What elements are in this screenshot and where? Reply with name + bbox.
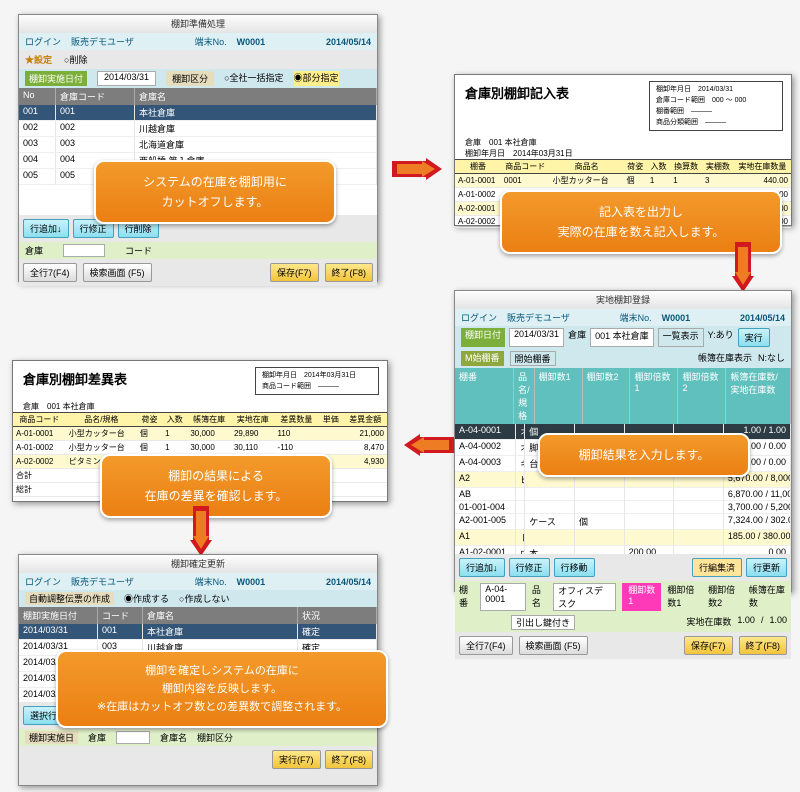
exec-button[interactable]: 実行 <box>738 328 770 347</box>
cutoff-callout: システムの在庫を棚卸用に カットオフします。 <box>94 160 336 224</box>
c-wh-input[interactable] <box>116 731 150 744</box>
term-label: 端末No. <box>195 35 227 48</box>
arrow-left <box>404 434 454 456</box>
c-close-button[interactable]: 終了(F8) <box>325 750 374 769</box>
detail-subbar: 倉庫 コード <box>19 242 377 259</box>
allrows-button[interactable]: 全行7(F4) <box>23 263 77 282</box>
start-shelf-button[interactable]: 開始棚番 <box>510 351 556 366</box>
wh-type-label: 棚卸区分 <box>166 71 214 86</box>
i-add-button[interactable]: 行追加↓ <box>459 558 505 577</box>
arrow-down-1 <box>732 242 754 292</box>
close-button[interactable]: 終了(F8) <box>325 263 374 282</box>
radio-dont[interactable]: ○作成しない <box>179 592 229 605</box>
i-search-button[interactable]: 検索画面 (F5) <box>519 636 588 655</box>
save-button[interactable]: 保存(F7) <box>270 263 319 282</box>
i-status: 行編集済 <box>692 558 742 577</box>
input-loginbar: ログイン販売デモユーザ 端末No.W00012014/05/14 <box>455 309 791 326</box>
c-exec-button[interactable]: 実行(F7) <box>272 750 321 769</box>
confirm-footer: 実行(F7) 終了(F8) <box>19 746 377 773</box>
disp-button[interactable]: 一覧表示 <box>658 328 704 347</box>
i-save-button[interactable]: 保存(F7) <box>684 636 733 655</box>
wh-field[interactable]: 001 本社倉庫 <box>590 328 654 347</box>
arrow-right-1 <box>392 158 442 180</box>
arrow-down-2 <box>190 506 212 556</box>
input-grid-header: 棚番品名/規格 棚卸数1棚卸数2 棚卸倍数1棚卸倍数2 帳簿在庫数/実地在庫数 <box>455 368 791 424</box>
detail-edit: 棚番 A-04-0001 品名 オフィスデスク 棚卸数1 棚卸倍数1棚卸倍数2 … <box>455 581 791 613</box>
i-close-button[interactable]: 終了(F8) <box>739 636 788 655</box>
radio-partial[interactable]: ◉部分指定 <box>294 71 339 86</box>
i-all-button[interactable]: 全行7(F4) <box>459 636 513 655</box>
date-field[interactable]: 2014/03/31 <box>509 328 564 347</box>
search-button[interactable]: 検索画面 (F5) <box>83 263 152 282</box>
spec-input[interactable]: 引出し鍵付き <box>511 615 575 630</box>
i-update-button[interactable]: 行更新 <box>746 558 787 577</box>
wh-code-input[interactable] <box>63 244 105 257</box>
confirm-callout: 棚卸を確定しシステムの在庫に 棚卸内容を反映します。 ※在庫はカットオフ数との差… <box>56 650 388 728</box>
confirm-login: ログイン販売デモユーザ 端末No.W00012014/05/14 <box>19 573 377 590</box>
add-row-button[interactable]: 行追加↓ <box>23 219 69 238</box>
qty1-label: 棚卸数1 <box>622 583 661 611</box>
tab-delete: ○削除 <box>64 53 87 66</box>
radio-make[interactable]: ◉作成する <box>124 592 169 605</box>
filter-bar: 棚卸日付 2014/03/31 倉庫001 本社倉庫 一覧表示 Y:あり 実行 <box>455 326 791 349</box>
term-no: W0001 <box>237 37 266 47</box>
criteria-bar: 棚卸実施日付 2014/03/31 棚卸区分 ○全社一括指定 ◉部分指定 <box>19 69 377 88</box>
sys-date: 2014/05/14 <box>326 37 371 47</box>
confirm-grid-header: 棚卸実施日付コード倉庫名状況 <box>19 607 377 624</box>
auto-bar: 自動調整伝票の作成 ◉作成する ○作成しない <box>19 590 377 607</box>
login-label: ログイン <box>25 35 61 48</box>
prod-input[interactable]: オフィスデスク <box>553 583 616 611</box>
date-label: 棚卸実施日付 <box>25 71 87 86</box>
mode-tabs[interactable]: ★設定 ○削除 <box>19 50 377 69</box>
confirm-title: 棚卸確定更新 <box>19 555 377 573</box>
report2-callout: 棚卸の結果による 在庫の差異を確認します。 <box>100 454 332 518</box>
input-rowbar: 行追加↓ 行修正 行移動 行編集済 行更新 <box>455 554 791 581</box>
footer-bar: 全行7(F4) 検索画面 (F5) 保存(F7) 終了(F8) <box>19 259 377 286</box>
user-name: 販売デモユーザ <box>71 35 134 48</box>
cutoff-window: 棚卸準備処理 ログイン 販売デモユーザ 端末No. W0001 2014/05/… <box>18 14 378 282</box>
report2-title: 倉庫別棚卸差異表 <box>13 361 137 401</box>
window-title: 棚卸準備処理 <box>19 15 377 33</box>
tab-set: ★設定 <box>25 53 52 66</box>
grid-header: No 倉庫コード 倉庫名 <box>19 88 377 105</box>
date-input[interactable]: 2014/03/31 <box>97 71 156 86</box>
confirm-detail: 棚卸実施日 倉庫 倉庫名 棚卸区分 <box>19 729 377 746</box>
shelf-input[interactable]: A-04-0001 <box>480 583 526 611</box>
radio-all[interactable]: ○全社一括指定 <box>224 71 283 86</box>
input-footer: 全行7(F4) 検索画面 (F5) 保存(F7) 終了(F8) <box>455 632 791 659</box>
input-title: 実地棚卸登録 <box>455 291 791 309</box>
login-bar: ログイン 販売デモユーザ 端末No. W0001 2014/05/14 <box>19 33 377 50</box>
report1-title: 倉庫別棚卸記入表 <box>455 75 579 137</box>
i-edit-button[interactable]: 行修正 <box>509 558 550 577</box>
input-callout: 棚卸結果を入力します。 <box>538 433 750 477</box>
i-jump-button[interactable]: 行移動 <box>554 558 595 577</box>
